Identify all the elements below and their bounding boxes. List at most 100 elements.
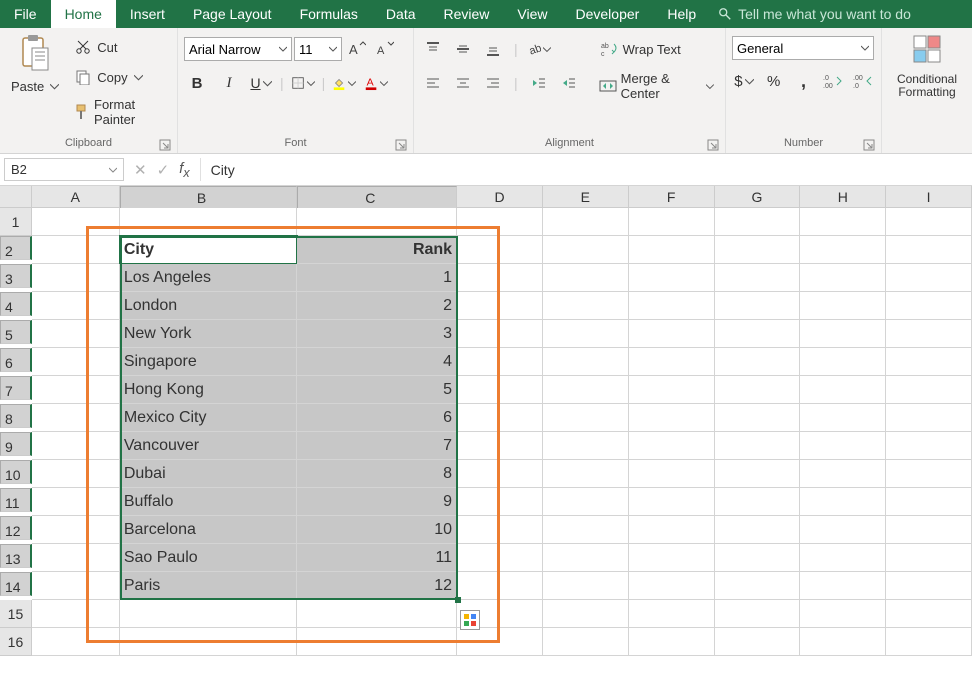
align-right-button[interactable] bbox=[480, 70, 506, 96]
row-header-16[interactable]: 16 bbox=[0, 628, 32, 656]
cell[interactable] bbox=[629, 572, 715, 600]
cell[interactable] bbox=[629, 516, 715, 544]
cell[interactable] bbox=[457, 236, 543, 264]
row-header-5[interactable]: 5 bbox=[0, 320, 32, 344]
format-painter-button[interactable]: Format Painter bbox=[68, 94, 171, 130]
cell[interactable] bbox=[800, 264, 886, 292]
percent-button[interactable]: % bbox=[762, 68, 786, 94]
font-size-select[interactable]: 11 bbox=[294, 37, 342, 61]
cell[interactable] bbox=[629, 600, 715, 628]
cell[interactable] bbox=[800, 320, 886, 348]
tab-insert[interactable]: Insert bbox=[116, 0, 179, 28]
conditional-formatting-icon[interactable] bbox=[910, 32, 944, 66]
fill-color-button[interactable] bbox=[331, 70, 357, 96]
cell[interactable] bbox=[800, 404, 886, 432]
cell[interactable]: Singapore bbox=[120, 348, 298, 376]
cell[interactable]: 4 bbox=[297, 348, 457, 376]
cell[interactable] bbox=[800, 376, 886, 404]
cell[interactable] bbox=[886, 320, 972, 348]
underline-button[interactable]: U bbox=[248, 70, 274, 96]
col-header-A[interactable]: A bbox=[32, 186, 120, 208]
cell[interactable] bbox=[886, 488, 972, 516]
cell[interactable] bbox=[543, 460, 629, 488]
cell[interactable] bbox=[543, 488, 629, 516]
cell[interactable] bbox=[800, 516, 886, 544]
select-all-corner[interactable] bbox=[0, 186, 32, 208]
decrease-decimal-button[interactable]: .00.0 bbox=[851, 68, 875, 94]
cell[interactable] bbox=[457, 292, 543, 320]
cell[interactable] bbox=[543, 236, 629, 264]
cell[interactable] bbox=[886, 600, 972, 628]
cell[interactable] bbox=[800, 488, 886, 516]
chevron-down-icon[interactable] bbox=[109, 166, 117, 174]
cell[interactable] bbox=[800, 236, 886, 264]
tab-file[interactable]: File bbox=[0, 0, 51, 28]
cell[interactable]: 6 bbox=[297, 404, 457, 432]
cell[interactable] bbox=[629, 292, 715, 320]
cell[interactable] bbox=[886, 432, 972, 460]
row-header-13[interactable]: 13 bbox=[0, 544, 32, 568]
cell[interactable] bbox=[629, 460, 715, 488]
copy-button[interactable]: Copy bbox=[68, 64, 171, 90]
cell[interactable] bbox=[297, 600, 457, 628]
cell[interactable]: New York bbox=[120, 320, 298, 348]
tell-me-search[interactable]: Tell me what you want to do bbox=[718, 0, 911, 28]
paste-icon[interactable] bbox=[18, 32, 52, 74]
cell[interactable]: 5 bbox=[297, 376, 457, 404]
align-middle-button[interactable] bbox=[450, 36, 476, 62]
cell[interactable] bbox=[32, 544, 120, 572]
tab-help[interactable]: Help bbox=[653, 0, 710, 28]
row-header-12[interactable]: 12 bbox=[0, 516, 32, 540]
cell[interactable] bbox=[800, 460, 886, 488]
cell[interactable] bbox=[715, 264, 801, 292]
align-center-button[interactable] bbox=[450, 70, 476, 96]
quick-analysis-button[interactable] bbox=[460, 610, 480, 630]
cell[interactable] bbox=[629, 208, 715, 236]
cell[interactable] bbox=[457, 572, 543, 600]
cell[interactable] bbox=[886, 376, 972, 404]
merge-center-button[interactable]: Merge & Center bbox=[594, 68, 719, 104]
cell[interactable] bbox=[629, 236, 715, 264]
cell[interactable] bbox=[629, 264, 715, 292]
cell[interactable] bbox=[297, 628, 457, 656]
cell[interactable]: 8 bbox=[297, 460, 457, 488]
cell[interactable]: 11 bbox=[297, 544, 457, 572]
cell[interactable] bbox=[886, 460, 972, 488]
cell[interactable] bbox=[457, 376, 543, 404]
cell[interactable] bbox=[457, 348, 543, 376]
row-header-1[interactable]: 1 bbox=[0, 208, 32, 236]
cell[interactable] bbox=[800, 628, 886, 656]
cell[interactable] bbox=[886, 404, 972, 432]
cell[interactable] bbox=[32, 348, 120, 376]
align-left-button[interactable] bbox=[420, 70, 446, 96]
row-header-10[interactable]: 10 bbox=[0, 460, 32, 484]
cell[interactable] bbox=[543, 572, 629, 600]
row-header-7[interactable]: 7 bbox=[0, 376, 32, 400]
increase-indent-button[interactable] bbox=[556, 70, 582, 96]
cell[interactable] bbox=[120, 208, 298, 236]
cell[interactable] bbox=[886, 236, 972, 264]
cell[interactable]: 10 bbox=[297, 516, 457, 544]
tab-data[interactable]: Data bbox=[372, 0, 430, 28]
cell[interactable] bbox=[886, 348, 972, 376]
currency-button[interactable]: $ bbox=[732, 68, 756, 94]
cell[interactable] bbox=[715, 600, 801, 628]
col-header-I[interactable]: I bbox=[886, 186, 972, 208]
cell[interactable] bbox=[629, 320, 715, 348]
cell[interactable] bbox=[543, 348, 629, 376]
cell[interactable] bbox=[32, 460, 120, 488]
cell[interactable] bbox=[800, 600, 886, 628]
cell[interactable] bbox=[629, 488, 715, 516]
cell[interactable] bbox=[543, 516, 629, 544]
cell[interactable] bbox=[543, 208, 629, 236]
cell[interactable]: Dubai bbox=[120, 460, 298, 488]
cell[interactable] bbox=[629, 376, 715, 404]
dialog-launcher-icon[interactable] bbox=[707, 139, 719, 151]
cell[interactable] bbox=[297, 208, 457, 236]
cell[interactable] bbox=[886, 628, 972, 656]
bold-button[interactable]: B bbox=[184, 70, 210, 96]
cell[interactable] bbox=[800, 572, 886, 600]
cell[interactable] bbox=[886, 208, 972, 236]
row-header-4[interactable]: 4 bbox=[0, 292, 32, 316]
cell[interactable] bbox=[457, 460, 543, 488]
